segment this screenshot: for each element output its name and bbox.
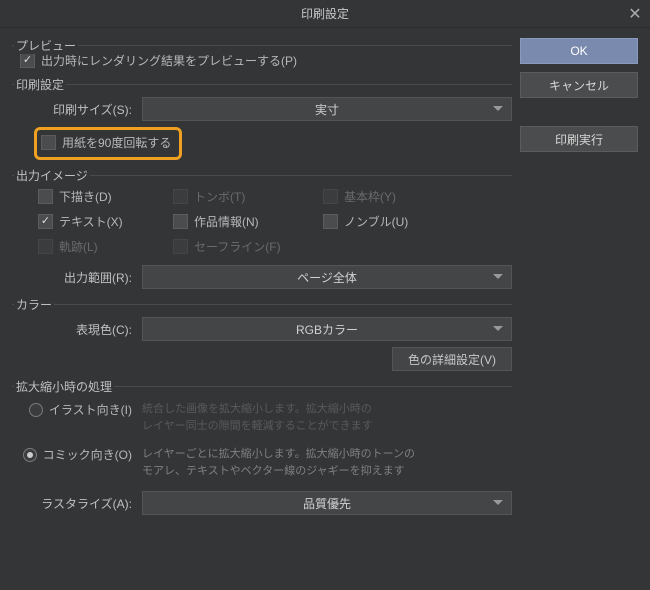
- comic-radio[interactable]: コミック向き(O): [23, 446, 132, 463]
- preview-legend: プレビュー: [14, 37, 78, 54]
- close-button[interactable]: ✕: [620, 0, 650, 28]
- expression-color-label: 表現色(C):: [12, 321, 142, 338]
- print-size-value: 実寸: [315, 101, 339, 118]
- scaling-legend: 拡大縮小時の処理: [14, 378, 114, 395]
- titlebar: 印刷設定 ✕: [0, 0, 650, 28]
- draft-checkbox[interactable]: 下描き(D): [38, 188, 173, 205]
- tombo-checkbox: トンボ(T): [173, 188, 323, 205]
- checkbox-icon: [323, 214, 338, 229]
- preview-fieldset: プレビュー 出力時にレンダリング結果をプレビューする(P): [12, 38, 512, 69]
- scaling-fieldset: 拡大縮小時の処理 イラスト向き(I) 統合した画像を拡大縮小します。拡大縮小時の…: [12, 379, 512, 515]
- rotate90-highlight: 用紙を90度回転する: [34, 127, 182, 160]
- color-legend: カラー: [14, 296, 54, 313]
- print-size-select[interactable]: 実寸: [142, 97, 512, 121]
- illust-radio[interactable]: イラスト向き(I): [29, 401, 132, 418]
- cancel-button[interactable]: キャンセル: [520, 72, 638, 98]
- rasterize-select[interactable]: 品質優先: [142, 491, 512, 515]
- nombre-label: ノンブル(U): [344, 213, 408, 230]
- comic-desc: レイヤーごとに拡大縮小します。拡大縮小時のトーンの モアレ、テキストやベクター線…: [142, 446, 415, 479]
- trajectory-checkbox: 軌跡(L): [38, 238, 173, 255]
- trajectory-label: 軌跡(L): [59, 238, 98, 255]
- expression-color-select[interactable]: RGBカラー: [142, 317, 512, 341]
- output-range-select[interactable]: ページ全体: [142, 265, 512, 289]
- nombre-checkbox[interactable]: ノンブル(U): [323, 213, 463, 230]
- checkbox-icon: [173, 239, 188, 254]
- cancel-label: キャンセル: [549, 77, 609, 94]
- checkbox-icon: [38, 214, 53, 229]
- checkbox-icon: [20, 53, 35, 68]
- safeline-checkbox: セーフライン(F): [173, 238, 323, 255]
- preview-on-output-label: 出力時にレンダリング結果をプレビューする(P): [41, 52, 297, 69]
- close-icon: ✕: [628, 4, 641, 24]
- output-range-label: 出力範囲(R):: [12, 269, 142, 286]
- checkbox-icon: [38, 189, 53, 204]
- illust-desc: 統合した画像を拡大縮小します。拡大縮小時の レイヤー同士の隙間を軽減することがで…: [142, 401, 373, 434]
- text-checkbox[interactable]: テキスト(X): [38, 213, 173, 230]
- print-exec-button[interactable]: 印刷実行: [520, 126, 638, 152]
- print-size-label: 印刷サイズ(S):: [12, 101, 142, 118]
- output-range-value: ページ全体: [297, 269, 357, 286]
- ok-button[interactable]: OK: [520, 38, 638, 64]
- checkbox-icon: [173, 214, 188, 229]
- color-detail-label: 色の詳細設定(V): [408, 351, 496, 368]
- comic-radio-label: コミック向き(O): [43, 446, 132, 463]
- tombo-label: トンボ(T): [194, 188, 245, 205]
- safeline-label: セーフライン(F): [194, 238, 281, 255]
- radio-icon: [23, 448, 37, 462]
- dialog-title: 印刷設定: [301, 5, 349, 22]
- checkbox-icon: [173, 189, 188, 204]
- rotate90-checkbox[interactable]: 用紙を90度回転する: [41, 134, 171, 151]
- radio-icon: [29, 403, 43, 417]
- work-info-label: 作品情報(N): [194, 213, 259, 230]
- basic-frame-label: 基本枠(Y): [344, 188, 396, 205]
- chevron-down-icon: [493, 274, 503, 280]
- chevron-down-icon: [493, 106, 503, 112]
- basic-frame-checkbox: 基本枠(Y): [323, 188, 463, 205]
- output-image-fieldset: 出力イメージ 下描き(D) トンボ(T) 基本枠(Y): [12, 168, 512, 289]
- draft-label: 下描き(D): [59, 188, 112, 205]
- chevron-down-icon: [493, 326, 503, 332]
- print-settings-fieldset: 印刷設定 印刷サイズ(S): 実寸 用紙を90度回転: [12, 77, 512, 160]
- color-fieldset: カラー 表現色(C): RGBカラー 色の詳細設定(V): [12, 297, 512, 371]
- rotate90-label: 用紙を90度回転する: [62, 134, 171, 151]
- expression-color-value: RGBカラー: [296, 321, 358, 338]
- output-image-legend: 出力イメージ: [14, 167, 90, 184]
- print-settings-legend: 印刷設定: [14, 76, 66, 93]
- color-detail-button[interactable]: 色の詳細設定(V): [392, 347, 512, 371]
- checkbox-icon: [38, 239, 53, 254]
- checkbox-icon: [41, 135, 56, 150]
- checkbox-icon: [323, 189, 338, 204]
- ok-label: OK: [570, 44, 587, 58]
- preview-on-output-checkbox[interactable]: 出力時にレンダリング結果をプレビューする(P): [20, 52, 297, 69]
- text-label: テキスト(X): [59, 213, 123, 230]
- illust-radio-label: イラスト向き(I): [49, 401, 132, 418]
- rasterize-label: ラスタライズ(A):: [12, 495, 142, 512]
- chevron-down-icon: [493, 500, 503, 506]
- rasterize-value: 品質優先: [303, 495, 351, 512]
- print-exec-label: 印刷実行: [555, 131, 603, 148]
- work-info-checkbox[interactable]: 作品情報(N): [173, 213, 323, 230]
